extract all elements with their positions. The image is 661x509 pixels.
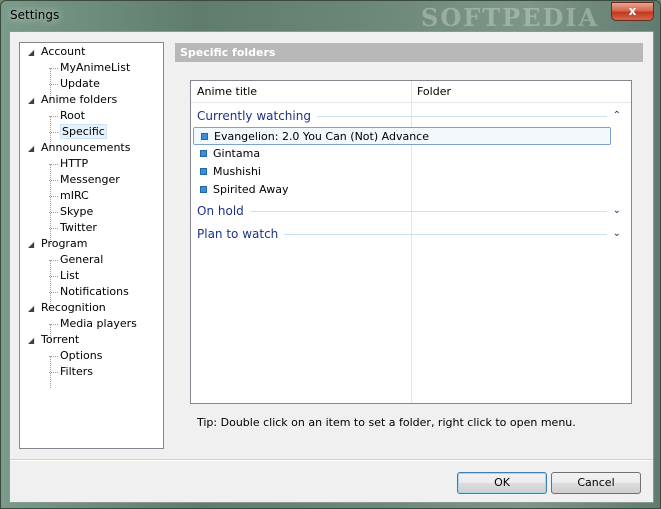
button-divider [10, 459, 653, 461]
tree-item-label: Twitter [60, 221, 97, 234]
folder-list[interactable]: Anime title Folder Currently watching ⌃ Ev… [190, 80, 632, 404]
window-title: Settings [10, 8, 60, 22]
column-header-title[interactable]: Anime title [191, 81, 411, 103]
column-header-folder[interactable]: Folder [411, 81, 631, 103]
anime-status-icon [201, 133, 208, 140]
tree-item-label: Account [41, 45, 86, 58]
tree-item-label: Recognition [41, 301, 106, 314]
tree-item-filters[interactable]: Filters [49, 364, 93, 380]
group-label: Plan to watch [197, 227, 279, 241]
tree-item-label: Torrent [41, 333, 80, 346]
list-item[interactable]: Evangelion: 2.0 You Can (Not) Advance [193, 127, 611, 145]
tree-item-label: Filters [60, 365, 93, 378]
group-currently-watching[interactable]: Currently watching ⌃ [197, 106, 625, 126]
group-label: Currently watching [197, 109, 311, 123]
tree-item-account[interactable]: ◢ Account [28, 44, 85, 60]
tree-item-label: Program [41, 237, 88, 250]
chevron-down-icon[interactable]: ⌄ [613, 224, 621, 244]
group-divider-line [317, 116, 607, 117]
tree-item-program[interactable]: ◢ Program [28, 236, 87, 252]
chevron-down-icon[interactable]: ⌄ [613, 201, 621, 221]
tree-item-torrent[interactable]: ◢ Torrent [28, 332, 79, 348]
tree-item-media-players[interactable]: Media players [49, 316, 137, 332]
tree-item-label: MyAnimeList [60, 61, 131, 74]
expand-arrow-icon[interactable]: ◢ [28, 333, 38, 349]
expand-arrow-icon[interactable]: ◢ [28, 301, 38, 317]
anime-title: Mushishi [213, 165, 261, 178]
tree-item-options[interactable]: Options [48, 348, 103, 364]
tip-text: Tip: Double click on an item to set a fo… [197, 416, 576, 429]
watermark: SOFTPEDIA [421, 3, 600, 32]
tree-item-label: Announcements [41, 141, 131, 154]
tree-item-label: Specific [60, 124, 107, 139]
group-divider-line [250, 211, 607, 212]
list-item[interactable]: Mushishi [193, 163, 611, 181]
tree-item-label: HTTP [60, 157, 89, 170]
expand-arrow-icon[interactable]: ◢ [28, 237, 38, 253]
tree-item-label: Notifications [60, 285, 129, 298]
tree-item-update[interactable]: Update [49, 76, 100, 92]
chevron-up-icon[interactable]: ⌃ [613, 106, 621, 126]
anime-status-icon [200, 186, 207, 193]
title-bar[interactable]: Settings SOFTPEDIA x [1, 1, 660, 32]
close-button[interactable]: x [611, 2, 654, 21]
anime-title: Spirited Away [213, 183, 289, 196]
close-icon: x [628, 4, 637, 18]
group-label: On hold [197, 204, 244, 218]
tree-item-skype[interactable]: Skype [48, 204, 94, 220]
anime-title: Gintama [213, 147, 261, 160]
tree-item-list[interactable]: List [48, 268, 80, 284]
tree-item-myanimelist[interactable]: MyAnimeList [48, 60, 131, 76]
tree-item-label: Messenger [60, 173, 120, 186]
page-title: Specific folders [175, 43, 643, 62]
tree-guide-line [50, 164, 51, 244]
expand-arrow-icon[interactable]: ◢ [28, 141, 38, 157]
tree-item-label: Options [60, 349, 103, 362]
group-divider-line [284, 234, 607, 235]
list-item[interactable]: Spirited Away [193, 181, 611, 199]
tree-item-general[interactable]: General [48, 252, 104, 268]
ok-button[interactable]: OK [457, 472, 547, 494]
group-plan-to-watch[interactable]: Plan to watch ⌄ [197, 224, 625, 244]
expand-arrow-icon[interactable]: ◢ [28, 93, 38, 109]
dialog-client-area: ◢ Account MyAnimeList Update ◢ Anime folders R… [9, 31, 654, 503]
tree-item-notifications[interactable]: Notifications [49, 284, 129, 300]
group-on-hold[interactable]: On hold ⌄ [197, 201, 625, 221]
tree-item-label: Root [60, 109, 85, 122]
tree-item-label: Skype [60, 205, 94, 218]
tree-item-twitter[interactable]: Twitter [49, 220, 97, 236]
tree-item-label: List [60, 269, 80, 282]
anime-status-icon [200, 168, 207, 175]
tree-item-label: Update [60, 77, 100, 90]
tree-item-label: General [60, 253, 104, 266]
settings-window: Settings SOFTPEDIA x ◢ Account MyAnimeList… [0, 0, 661, 509]
anime-status-icon [200, 150, 207, 157]
tree-item-root[interactable]: Root [49, 108, 85, 124]
tree-item-mirc[interactable]: mIRC [49, 188, 89, 204]
tree-item-label: Media players [60, 317, 137, 330]
cancel-button[interactable]: Cancel [551, 472, 641, 494]
tree-item-anime-folders[interactable]: ◢ Anime folders [28, 92, 117, 108]
tree-item-announcements[interactable]: ◢ Announcements [28, 140, 130, 156]
expand-arrow-icon[interactable]: ◢ [28, 45, 38, 61]
list-item[interactable]: Gintama [193, 145, 611, 163]
tree-item-specific[interactable]: Specific [49, 124, 107, 140]
tree-item-recognition[interactable]: ◢ Recognition [28, 300, 106, 316]
tree-item-messenger[interactable]: Messenger [49, 172, 120, 188]
tree-item-label: Anime folders [41, 93, 118, 106]
settings-tree[interactable]: ◢ Account MyAnimeList Update ◢ Anime folders R… [19, 42, 164, 449]
tree-item-http[interactable]: HTTP [48, 156, 89, 172]
tree-item-label: mIRC [60, 189, 89, 202]
anime-title: Evangelion: 2.0 You Can (Not) Advance [214, 130, 429, 143]
